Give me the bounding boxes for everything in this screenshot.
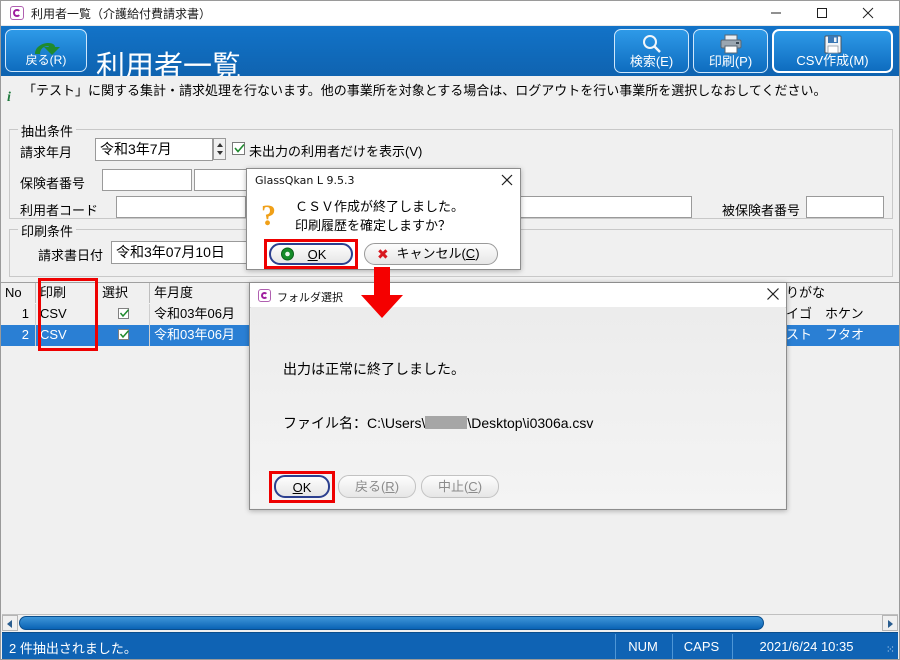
status-caps-indicator: CAPS xyxy=(672,634,730,659)
confirm-dialog-close-button[interactable] xyxy=(494,169,520,191)
application-window: 利用者一覧（介護給付費請求書） 戻る(R) 利用者一覧 検索(E) 印刷(P) … xyxy=(0,0,900,660)
folder-ok-button[interactable]: OK xyxy=(274,475,330,498)
cell-no: 2 xyxy=(1,325,36,346)
folder-back-button: 戻る(R) xyxy=(338,475,416,498)
folder-dialog-close-button[interactable] xyxy=(760,283,786,305)
window-title: 利用者一覧（介護給付費請求書） xyxy=(31,7,212,21)
grid-col-print[interactable]: 印刷 xyxy=(36,283,98,303)
unprinted-only-checkbox[interactable] xyxy=(232,142,245,155)
resize-grip-icon[interactable]: ⁙ xyxy=(886,643,895,656)
cell-select[interactable] xyxy=(98,304,150,325)
billing-month-input[interactable]: 令和3年7月 xyxy=(95,138,213,161)
unprinted-only-label[interactable]: 未出力の利用者だけを表示(V) xyxy=(249,141,422,160)
print-conditions-legend: 印刷条件 xyxy=(18,221,77,240)
folder-result-dialog: フォルダ選択 出力は正常に終了しました。 ファイル名：C:\Users\ \Des… xyxy=(249,282,787,510)
cell-no: 1 xyxy=(1,304,36,325)
grid-col-kana[interactable]: りがな xyxy=(782,283,899,303)
cell-period: 令和03年06月 xyxy=(150,304,262,325)
grid-col-period[interactable]: 年月度 xyxy=(150,283,262,303)
confirm-ok-label: OK xyxy=(307,247,327,262)
minimize-button[interactable] xyxy=(753,1,799,25)
filename-suffix: \Desktop\i0306a.csv xyxy=(467,415,594,431)
window-titlebar: 利用者一覧（介護給付費請求書） xyxy=(1,1,899,26)
filename-prefix: ファイル名：C:\Users\ xyxy=(283,415,426,431)
cell-period: 令和03年06月 xyxy=(150,325,262,346)
user-code-input[interactable] xyxy=(116,196,246,218)
confirm-dialog-line1: ＣＳＶ作成が終了しました。 xyxy=(295,199,465,214)
cancel-x-icon: ✖ xyxy=(377,246,389,262)
folder-dialog-title: フォルダ選択 xyxy=(277,291,343,304)
billing-month-label: 請求年月 xyxy=(20,145,73,160)
print-button[interactable]: 印刷(P) xyxy=(693,29,768,73)
cell-print: CSV xyxy=(36,325,98,346)
status-datetime: 2021/6/24 10:35 xyxy=(732,634,880,659)
app-header: 戻る(R) 利用者一覧 検索(E) 印刷(P) CSV作成(M) xyxy=(1,26,899,82)
row-select-checkbox[interactable] xyxy=(118,308,130,319)
info-icon: i xyxy=(7,90,11,105)
search-button-label: 検索(E) xyxy=(629,54,674,69)
folder-dialog-titlebar: フォルダ選択 xyxy=(250,283,786,308)
scrollbar-thumb[interactable] xyxy=(19,616,764,630)
folder-stop-button: 中止(C) xyxy=(421,475,499,498)
csv-create-button[interactable]: CSV作成(M) xyxy=(772,29,893,73)
status-message: 2 件抽出されました。 xyxy=(9,641,137,656)
folder-dialog-message: 出力は正常に終了しました。 xyxy=(283,361,465,377)
horizontal-scrollbar[interactable] xyxy=(2,614,898,631)
confirm-dialog-message: ＣＳＶ作成が終了しました。 印刷履歴を確定しますか？ xyxy=(295,197,464,235)
confirm-cancel-label: キャンセル(C) xyxy=(396,246,480,261)
check-icon xyxy=(119,330,130,339)
folder-dialog-filename: ファイル名：C:\Users\ \Desktop\i0306a.csv xyxy=(283,413,593,433)
maximize-icon xyxy=(817,8,827,18)
billing-month-spinner[interactable] xyxy=(213,138,226,160)
close-icon xyxy=(501,174,513,186)
cell-kana: スト フタオ xyxy=(786,327,865,342)
question-icon: ? xyxy=(261,199,276,231)
info-bar: i 「テスト」に関する集計・請求処理を行ないます。他の事業所を対象とする場合は、… xyxy=(1,76,899,123)
maximize-button[interactable] xyxy=(799,1,845,25)
cell-select[interactable] xyxy=(98,325,150,346)
status-num-indicator: NUM xyxy=(615,634,670,659)
insured-number-input[interactable] xyxy=(806,196,884,218)
svg-text:?: ? xyxy=(261,199,276,231)
scroll-right-button[interactable] xyxy=(882,615,898,631)
redacted-username xyxy=(425,416,468,429)
confirm-dialog-line2: 印刷履歴を確定しますか？ xyxy=(295,218,452,233)
confirm-ok-button[interactable]: OK xyxy=(269,243,353,265)
close-icon xyxy=(767,288,779,300)
insured-number-label: 被保険者番号 xyxy=(722,203,801,218)
app-icon xyxy=(258,289,271,302)
grid-col-no[interactable]: No xyxy=(1,283,36,303)
info-message: 「テスト」に関する集計・請求処理を行ないます。他の事業所を対象とする場合は、ログ… xyxy=(23,83,827,98)
ok-circle-icon xyxy=(281,247,294,261)
invoice-date-input[interactable]: 令和3年07月10日 xyxy=(111,241,251,264)
back-button[interactable]: 戻る(R) xyxy=(5,29,87,72)
close-icon xyxy=(862,7,874,19)
folder-dialog-body: 出力は正常に終了しました。 ファイル名：C:\Users\ \Desktop\i0… xyxy=(251,307,785,508)
back-button-label: 戻る(R) xyxy=(25,53,67,67)
extract-conditions-legend: 抽出条件 xyxy=(18,121,77,140)
insurer-number-input-1[interactable] xyxy=(102,169,192,191)
confirm-dialog-titlebar: GlassQkan L 9.5.3 xyxy=(247,169,520,192)
check-icon xyxy=(234,143,245,153)
csv-create-button-label: CSV作成(M) xyxy=(796,53,869,68)
cell-print: CSV xyxy=(36,304,98,325)
status-bar: 2 件抽出されました。 NUM CAPS 2021/6/24 10:35 ⁙ xyxy=(2,632,898,659)
search-button[interactable]: 検索(E) xyxy=(614,29,689,73)
confirm-dialog-title: GlassQkan L 9.5.3 xyxy=(255,174,355,187)
cell-kana: イゴ ホケン xyxy=(786,306,864,321)
grid-col-select[interactable]: 選択 xyxy=(98,283,150,303)
scroll-left-button[interactable] xyxy=(2,615,18,631)
minimize-icon xyxy=(771,12,781,14)
invoice-date-label: 請求書日付 xyxy=(38,248,104,263)
app-icon xyxy=(10,6,24,20)
insurer-number-label: 保険者番号 xyxy=(20,176,86,191)
confirm-cancel-button[interactable]: ✖ キャンセル(C) xyxy=(364,243,498,265)
print-button-label: 印刷(P) xyxy=(708,54,753,69)
user-code-label: 利用者コード xyxy=(20,203,99,218)
check-icon xyxy=(119,309,130,318)
close-button[interactable] xyxy=(845,1,891,25)
row-select-checkbox[interactable] xyxy=(118,329,130,340)
red-down-arrow-icon xyxy=(361,267,403,318)
